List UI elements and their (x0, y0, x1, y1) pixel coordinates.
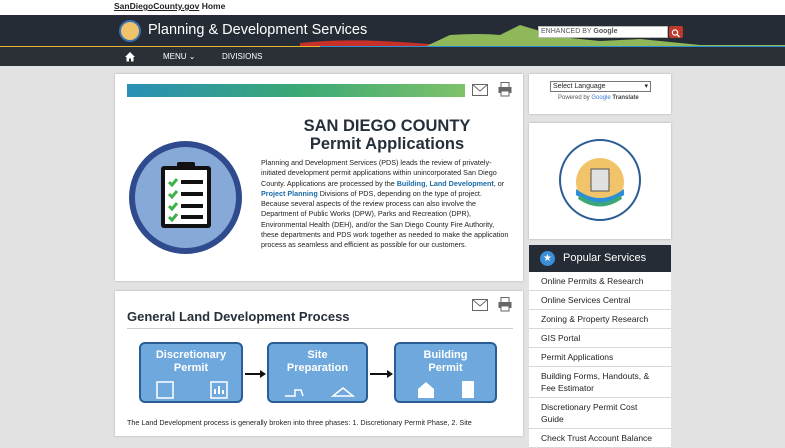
list-item[interactable]: Building Forms, Handouts, & Fee Estimato… (529, 367, 671, 398)
county-seal-logo[interactable] (557, 137, 643, 223)
section-title: General Land Development Process (127, 309, 350, 324)
land-development-link[interactable]: Land Development (429, 179, 493, 188)
list-item[interactable]: Online Services Central (529, 291, 671, 310)
list-item[interactable]: Check Trust Account Balance (529, 429, 671, 448)
menu-dropdown[interactable]: MENU ⌄ (163, 52, 196, 61)
project-planning-link[interactable]: Project Planning (261, 189, 318, 198)
page-title: SAN DIEGO COUNTY Permit Applications (303, 117, 471, 153)
divider (127, 328, 513, 329)
pds-logo[interactable] (119, 20, 141, 42)
county-topbar: SanDiegoCounty.gov Home (0, 0, 785, 15)
county-home-link[interactable]: SanDiegoCounty.gov Home (114, 1, 225, 11)
flow-step-site-preparation: Site Preparation (267, 342, 368, 403)
buildings-icon (418, 381, 474, 398)
list-item[interactable]: Zoning & Property Research (529, 310, 671, 329)
powered-by: Powered by Google Translate (558, 95, 639, 101)
documents-icon (156, 381, 228, 399)
flow-step-discretionary: Discretionary Permit (139, 342, 243, 403)
site-header: Planning & Development Services ENHANCED… (0, 15, 785, 49)
list-item[interactable]: Permit Applications (529, 348, 671, 367)
email-icon[interactable] (472, 84, 488, 96)
nav-divisions[interactable]: DIVISIONS (222, 52, 262, 61)
flow-step-building-permit: Building Permit (394, 342, 497, 403)
list-item[interactable]: Discretionary Permit Cost Guide (529, 398, 671, 429)
popular-services-header: ★ Popular Services (529, 245, 671, 272)
arrow-right-icon (245, 370, 266, 378)
home-icon[interactable] (124, 51, 136, 62)
process-caption: The Land Development process is generall… (127, 418, 472, 427)
clipboard-checklist-icon (161, 162, 211, 228)
language-select[interactable]: Select Language (550, 81, 651, 92)
search-button[interactable] (669, 26, 683, 38)
arrow-right-icon (370, 370, 393, 378)
building-link[interactable]: Building (397, 179, 426, 188)
construction-icon (285, 387, 356, 397)
intro-paragraph: Planning and Development Services (PDS) … (261, 158, 509, 250)
process-card: General Land Development Process Discret… (115, 291, 523, 436)
print-icon[interactable] (498, 297, 512, 312)
intro-card: SAN DIEGO COUNTY Permit Applications Plan… (115, 74, 523, 281)
county-seal-card (529, 123, 671, 239)
print-icon[interactable] (498, 82, 512, 97)
color-bar (127, 84, 465, 97)
main-nav: MENU ⌄ DIVISIONS (0, 47, 785, 66)
search-input[interactable]: ENHANCED BY Google (538, 26, 668, 38)
popular-services-list: Online Permits & Research Online Service… (529, 272, 671, 448)
list-item[interactable]: GIS Portal (529, 329, 671, 348)
list-item[interactable]: Online Permits & Research (529, 272, 671, 291)
star-icon: ★ (540, 251, 555, 266)
search-icon (671, 29, 680, 38)
chevron-down-icon: ⌄ (188, 52, 196, 61)
email-icon[interactable] (472, 299, 488, 311)
translate-widget: Select Language Powered by Google Transl… (529, 74, 671, 114)
site-title[interactable]: Planning & Development Services (148, 22, 367, 38)
